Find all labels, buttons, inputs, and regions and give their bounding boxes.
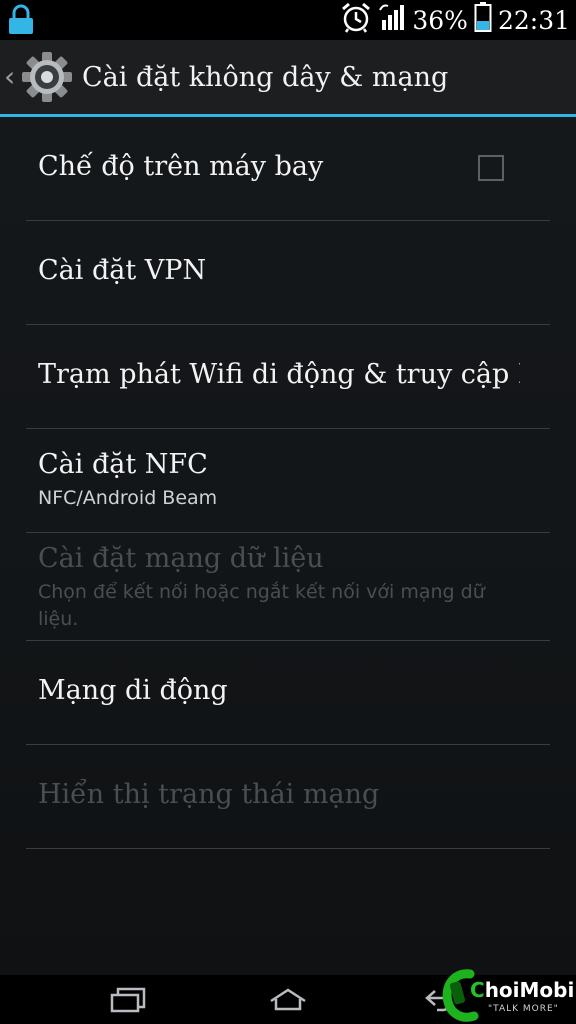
setting-airplane-mode[interactable]: Chế độ trên máy bay [26, 117, 550, 221]
setting-summary: NFC/Android Beam [38, 487, 218, 509]
battery-icon [474, 1, 492, 39]
battery-percent: 36% [412, 5, 468, 35]
alarm-clock-icon [340, 1, 372, 39]
setting-title: Hiển thị trạng thái mạng [38, 779, 380, 810]
clock-time: 22:31 [497, 5, 570, 35]
settings-gear-icon[interactable] [20, 50, 74, 104]
recent-apps-icon[interactable] [96, 975, 160, 1024]
setting-title: Chế độ trên máy bay [38, 151, 324, 182]
settings-list: Chế độ trên máy bay Cài đặt VPN Trạm phá… [0, 117, 576, 975]
setting-vpn[interactable]: Cài đặt VPN [26, 221, 550, 325]
page-title: Cài đặt không dây & mạng [82, 61, 449, 93]
setting-title: Cài đặt NFC [38, 449, 208, 480]
airplane-mode-checkbox[interactable] [478, 155, 504, 181]
setting-mobile-data: Cài đặt mạng dữ liệu Chọn để kết nối hoặ… [26, 533, 550, 641]
lock-icon [6, 4, 36, 40]
status-bar: 36% 22:31 [0, 0, 576, 40]
watermark-logo: ChoiMobile "TALK MORE" [440, 968, 576, 1024]
setting-wifi-hotspot[interactable]: Trạm phát Wifi di động & truy cập In [26, 325, 550, 429]
setting-mobile-network[interactable]: Mạng di động [26, 641, 550, 745]
watermark-brand: ChoiMobile [470, 978, 576, 1002]
setting-network-status: Hiển thị trạng thái mạng [26, 745, 550, 849]
watermark-tagline: "TALK MORE" [488, 1004, 559, 1014]
setting-title: Cài đặt mạng dữ liệu [38, 543, 324, 574]
setting-title: Trạm phát Wifi di động & truy cập In [38, 359, 520, 390]
home-icon[interactable] [256, 975, 320, 1024]
signal-icon [378, 2, 406, 38]
setting-summary: Chọn để kết nối hoặc ngắt kết nối với mạ… [38, 581, 485, 630]
action-bar[interactable]: ‹ Cài đặt không dây & mạng [0, 40, 576, 114]
setting-nfc[interactable]: Cài đặt NFC NFC/Android Beam [26, 429, 550, 533]
setting-title: Cài đặt VPN [38, 255, 207, 286]
setting-title: Mạng di động [38, 675, 228, 706]
up-chevron-icon[interactable]: ‹ [4, 63, 20, 91]
